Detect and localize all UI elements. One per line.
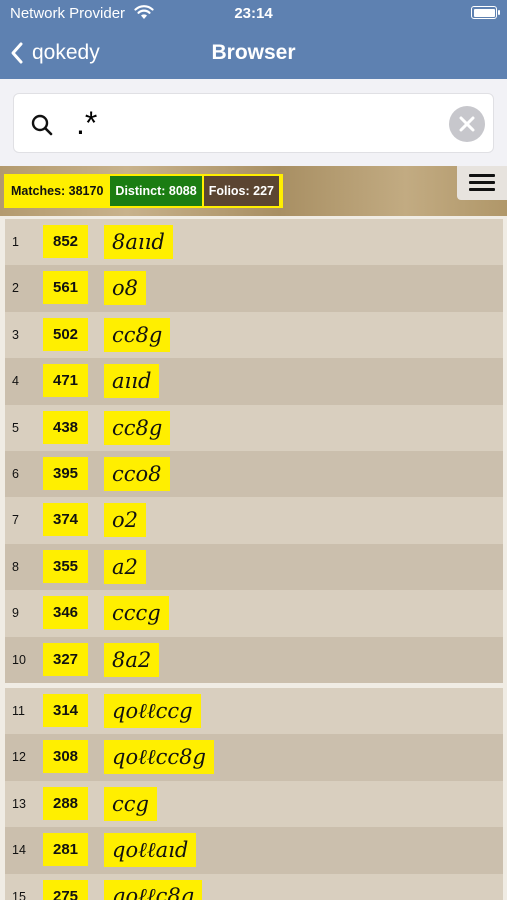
row-word: qoℓℓc8g	[104, 879, 203, 900]
row-word: qoℓℓccg	[104, 694, 201, 728]
row-index: 4	[12, 374, 19, 389]
row-index: 11	[12, 704, 25, 718]
menu-button[interactable]	[457, 166, 507, 200]
search-box	[13, 93, 494, 153]
row-word: a2	[104, 549, 146, 584]
row-count: 288	[43, 786, 88, 820]
list-item[interactable]: 8 355 a2	[5, 543, 503, 591]
folios-count: Folios: 227	[201, 176, 281, 206]
row-index: 14	[12, 843, 26, 858]
list-item[interactable]: 12 308 qoℓℓcc8g	[5, 734, 503, 781]
list-item[interactable]: 14 281 qoℓℓaıd	[5, 827, 503, 874]
row-count: 374	[43, 503, 88, 537]
row-count: 355	[43, 549, 88, 583]
results-group-2: 11 314 qoℓℓccg 12 308 qoℓℓcc8g 13 288 cc…	[5, 688, 503, 900]
row-word: o8	[104, 271, 147, 306]
row-word: qoℓℓcc8g	[104, 740, 214, 775]
row-word: cc8g	[104, 410, 171, 445]
row-index: 12	[12, 750, 26, 765]
list-item[interactable]: 3 502 cc8g	[5, 311, 503, 359]
list-item[interactable]: 5 438 cc8g	[5, 404, 503, 451]
results-group-1: 1 852 8aııd 2 561 o8 3 502 cc8g 4 471 aı…	[5, 219, 503, 683]
row-word: qoℓℓaıd	[104, 833, 197, 868]
clear-search-button[interactable]	[449, 106, 485, 142]
hamburger-icon-line	[469, 188, 495, 191]
list-item[interactable]: 15 275 qoℓℓc8g	[5, 873, 503, 900]
stats-bar: Matches: 38170 Distinct: 8088 Folios: 22…	[0, 166, 507, 216]
close-icon	[459, 116, 475, 132]
row-word: 8aııd	[104, 225, 173, 259]
row-count: 346	[43, 596, 88, 630]
row-index: 10	[12, 652, 26, 667]
list-item[interactable]: 1 852 8aııd	[5, 219, 503, 266]
list-item[interactable]: 11 314 qoℓℓccg	[5, 688, 503, 735]
row-index: 2	[12, 281, 19, 296]
row-index: 13	[12, 796, 26, 811]
row-count: 438	[43, 410, 88, 444]
list-item[interactable]: 13 288 ccg	[5, 780, 503, 828]
row-word: ccg	[104, 786, 157, 821]
chevron-left-icon	[11, 42, 23, 64]
row-word: cccg	[104, 596, 169, 631]
stats-group: Matches: 38170 Distinct: 8088 Folios: 22…	[4, 174, 283, 208]
list-item[interactable]: 2 561 o8	[5, 265, 503, 312]
list-item[interactable]: 9 346 cccg	[5, 590, 503, 637]
row-count: 314	[43, 694, 88, 727]
row-word: cco8	[104, 456, 170, 491]
row-count: 502	[43, 317, 88, 351]
row-index: 15	[12, 889, 26, 900]
list-item[interactable]: 4 471 aııd	[5, 358, 503, 405]
row-count: 395	[43, 456, 88, 490]
distinct-count: Distinct: 8088	[108, 176, 202, 206]
navigation-bar: qokedy Browser	[0, 28, 507, 79]
matches-count: Matches: 38170	[6, 176, 109, 206]
row-index: 8	[12, 559, 19, 574]
list-item[interactable]: 10 327 8a2	[5, 636, 503, 683]
hamburger-icon-line	[469, 181, 495, 184]
row-word: o2	[104, 503, 147, 538]
row-word: 8a2	[104, 642, 160, 677]
row-word: aııd	[104, 364, 160, 399]
status-bar: Network Provider 23:14	[0, 0, 507, 28]
back-label: qokedy	[32, 41, 100, 64]
battery-tip	[498, 10, 500, 15]
search-area	[0, 79, 507, 166]
row-count: 308	[43, 740, 88, 774]
search-icon	[31, 114, 53, 136]
battery-icon	[471, 6, 497, 19]
clock: 23:14	[234, 5, 273, 22]
row-count: 327	[43, 642, 88, 676]
search-input[interactable]	[76, 104, 436, 142]
hamburger-icon-line	[469, 174, 495, 177]
row-count: 561	[43, 271, 88, 305]
row-index: 3	[12, 327, 19, 342]
row-count: 471	[43, 364, 88, 398]
row-index: 7	[12, 513, 19, 528]
row-count: 275	[43, 879, 88, 900]
row-index: 6	[12, 466, 19, 481]
row-count: 852	[43, 225, 88, 258]
row-index: 5	[12, 420, 19, 435]
back-button[interactable]: qokedy	[10, 39, 100, 67]
row-count: 281	[43, 833, 88, 867]
row-index: 9	[12, 606, 19, 621]
list-item[interactable]: 6 395 cco8	[5, 450, 503, 498]
row-index: 1	[12, 235, 19, 249]
row-word: cc8g	[104, 317, 171, 352]
list-item[interactable]: 7 374 o2	[5, 497, 503, 544]
